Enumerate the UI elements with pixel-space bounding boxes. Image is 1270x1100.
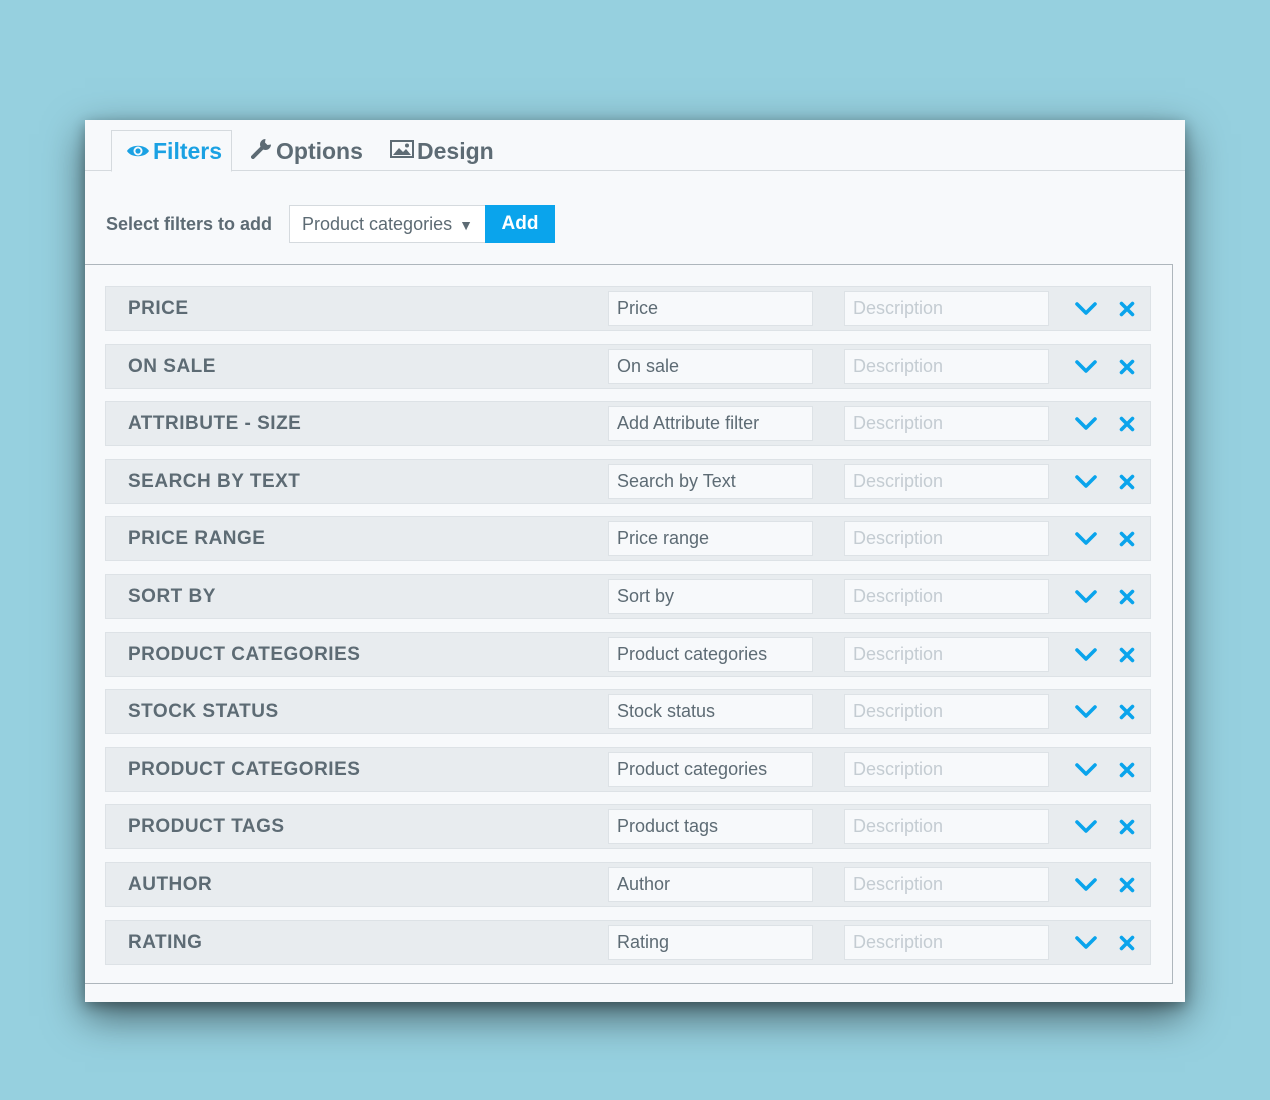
filter-list: PRICE ON SALE ATTRIBUTE - SIZE SEARCH BY TE…	[85, 264, 1173, 984]
filter-description-input[interactable]	[844, 636, 1049, 672]
filter-label-input[interactable]	[608, 636, 813, 672]
filter-label-input[interactable]	[608, 521, 813, 557]
filter-title: PRODUCT CATEGORIES	[128, 758, 361, 780]
close-icon[interactable]	[1115, 759, 1139, 781]
caret-down-icon: ▼	[459, 217, 473, 233]
filter-row[interactable]: SEARCH BY TEXT	[105, 458, 1151, 504]
filter-row[interactable]: PRICE	[105, 286, 1151, 331]
filter-title: STOCK STATUS	[128, 701, 279, 723]
filter-type-selected: Product categories	[302, 213, 453, 234]
filter-description-input[interactable]	[844, 521, 1049, 557]
chevron-down-icon[interactable]	[1074, 471, 1098, 493]
filter-settings-panel: Filters Options Design Select filters to…	[85, 120, 1185, 1002]
close-icon[interactable]	[1115, 644, 1139, 666]
wrench-icon	[251, 137, 276, 165]
close-icon[interactable]	[1115, 413, 1139, 435]
filter-description-input[interactable]	[844, 694, 1049, 730]
chevron-down-icon[interactable]	[1074, 298, 1098, 320]
close-icon[interactable]	[1115, 816, 1139, 838]
filter-description-input[interactable]	[844, 406, 1049, 442]
filter-row[interactable]: PRODUCT TAGS	[105, 804, 1151, 850]
filter-label-input[interactable]	[608, 291, 813, 326]
close-icon[interactable]	[1115, 298, 1139, 320]
filter-description-input[interactable]	[844, 579, 1049, 614]
eye-icon	[126, 138, 153, 165]
chevron-down-icon[interactable]	[1074, 644, 1098, 666]
filter-title: ATTRIBUTE - SIZE	[128, 413, 302, 435]
tab-bar: Filters Options Design	[85, 120, 1185, 172]
chevron-down-icon[interactable]	[1074, 759, 1098, 781]
chevron-down-icon[interactable]	[1074, 701, 1098, 723]
close-icon[interactable]	[1115, 932, 1139, 954]
filter-label-input[interactable]	[608, 579, 813, 614]
filter-description-input[interactable]	[844, 751, 1049, 787]
chevron-down-icon[interactable]	[1074, 413, 1098, 435]
select-filters-label: Select filters to add	[106, 214, 273, 234]
close-icon[interactable]	[1115, 586, 1139, 608]
add-filter-button[interactable]: Add	[485, 205, 555, 243]
filter-row[interactable]: STOCK STATUS	[105, 689, 1151, 735]
chevron-down-icon[interactable]	[1074, 356, 1098, 378]
filter-type-select[interactable]: Product categories ▼	[289, 205, 486, 243]
tab-label: Design	[417, 137, 494, 164]
tab-label: Options	[276, 137, 363, 164]
tab-options[interactable]: Options	[237, 130, 377, 172]
filter-row[interactable]: ON SALE	[105, 343, 1151, 389]
chevron-down-icon[interactable]	[1074, 932, 1098, 954]
filter-title: SEARCH BY TEXT	[128, 470, 301, 492]
chevron-down-icon[interactable]	[1074, 874, 1098, 896]
filter-label-input[interactable]	[608, 348, 813, 384]
filter-row[interactable]: AUTHOR	[105, 862, 1151, 907]
filter-row[interactable]: PRICE RANGE	[105, 516, 1151, 562]
filter-description-input[interactable]	[844, 291, 1049, 326]
chevron-down-icon[interactable]	[1074, 816, 1098, 838]
filter-row[interactable]: RATING	[105, 919, 1151, 965]
close-icon[interactable]	[1115, 701, 1139, 723]
filter-label-input[interactable]	[608, 463, 813, 499]
filter-row[interactable]: PRODUCT CATEGORIES	[105, 631, 1151, 677]
filter-title: SORT BY	[128, 586, 216, 607]
image-icon	[390, 138, 417, 165]
close-icon[interactable]	[1115, 874, 1139, 896]
filter-label-input[interactable]	[608, 867, 813, 902]
filter-label-input[interactable]	[608, 751, 813, 787]
filter-title: RATING	[128, 931, 203, 953]
chevron-down-icon[interactable]	[1074, 528, 1098, 550]
tab-label: Filters	[153, 137, 223, 164]
chevron-down-icon[interactable]	[1074, 586, 1098, 608]
filter-label-input[interactable]	[608, 406, 813, 442]
filter-title: AUTHOR	[128, 874, 213, 895]
filter-description-input[interactable]	[844, 463, 1049, 499]
filter-label-input[interactable]	[608, 809, 813, 845]
tab-filters[interactable]: Filters	[111, 130, 232, 172]
filter-title: PRICE RANGE	[128, 528, 266, 550]
filter-description-input[interactable]	[844, 924, 1049, 960]
close-icon[interactable]	[1115, 528, 1139, 550]
close-icon[interactable]	[1115, 471, 1139, 493]
close-icon[interactable]	[1115, 356, 1139, 378]
filter-title: PRODUCT TAGS	[128, 816, 285, 838]
filter-row[interactable]: PRODUCT CATEGORIES	[105, 746, 1151, 792]
filter-title: PRICE	[128, 298, 189, 319]
filter-label-input[interactable]	[608, 924, 813, 960]
filter-label-input[interactable]	[608, 694, 813, 730]
filter-description-input[interactable]	[844, 348, 1049, 384]
tab-design[interactable]: Design	[376, 130, 508, 172]
filter-title: ON SALE	[128, 355, 216, 377]
filter-title: PRODUCT CATEGORIES	[128, 643, 361, 665]
filter-description-input[interactable]	[844, 809, 1049, 845]
filter-row[interactable]: ATTRIBUTE - SIZE	[105, 401, 1151, 447]
filter-row[interactable]: SORT BY	[105, 574, 1151, 619]
filter-description-input[interactable]	[844, 867, 1049, 902]
